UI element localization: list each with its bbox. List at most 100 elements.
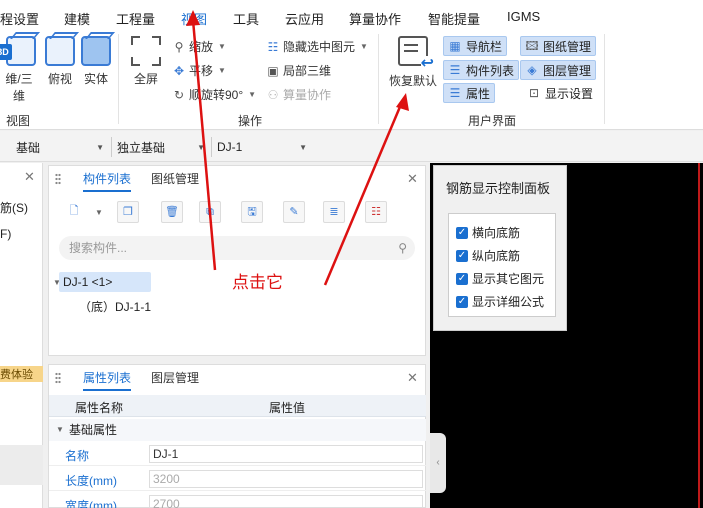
menu-tools[interactable]: 工具 bbox=[233, 9, 259, 28]
property-panel: 属性列表 图层管理 ✕ 属性名称 属性值 ▼ 基础属性 名称 DJ-1 长度(m… bbox=[48, 364, 426, 508]
solid-icon bbox=[81, 36, 111, 66]
component-list-label: 构件列表 bbox=[466, 63, 515, 78]
duplicate-icon[interactable]: ⧉ bbox=[199, 201, 221, 223]
property-value-input[interactable]: DJ-1 bbox=[149, 445, 423, 463]
tree-item-dj1[interactable]: DJ-1 <1> bbox=[59, 272, 151, 292]
hide-selected-label: 隐藏选中图元 bbox=[283, 40, 356, 54]
menu-modeling[interactable]: 建模 bbox=[64, 9, 90, 28]
drawing-mgmt-toggle[interactable]: 🖾 图纸管理 bbox=[520, 36, 597, 56]
restore-default-button[interactable]: 恢复默认 bbox=[388, 36, 438, 89]
collab-button[interactable]: ⚇ 算量协作 bbox=[266, 86, 331, 103]
menu-project-settings[interactable]: 程设置 bbox=[0, 9, 39, 28]
new-component-icon[interactable]: 🗋 bbox=[63, 201, 85, 223]
hide-selected-button[interactable]: ☷ 隐藏选中图元 ▼ bbox=[266, 38, 368, 55]
rotate-button[interactable]: ↻ 顺旋转90° ▼ bbox=[172, 86, 256, 103]
option-label: 显示详细公式 bbox=[472, 295, 545, 309]
menu-quantities[interactable]: 工程量 bbox=[116, 9, 155, 28]
close-icon[interactable]: ✕ bbox=[407, 171, 418, 187]
col-name: 属性名称 bbox=[75, 401, 124, 415]
option-show-other[interactable]: ✓ 显示其它图元 bbox=[456, 270, 544, 287]
copy-icon[interactable]: ❐ bbox=[117, 201, 139, 223]
fullscreen-button[interactable]: 全屏 bbox=[126, 36, 166, 87]
left-panel: ✕ 筋(S) F) 费体验 bbox=[0, 163, 43, 508]
option-longitudinal-bottom[interactable]: ✓ 纵向底筋 bbox=[456, 247, 520, 264]
properties-icon[interactable]: ≣ bbox=[323, 201, 345, 223]
left-panel-item[interactable]: 筋(S) bbox=[0, 199, 28, 216]
category-value: 基础 bbox=[16, 140, 41, 155]
close-icon[interactable]: ✕ bbox=[24, 169, 35, 185]
local-3d-button[interactable]: ▣ 局部三维 bbox=[266, 62, 331, 79]
top-view-button[interactable]: 俯视 bbox=[42, 36, 78, 87]
edit-icon[interactable]: ✎ bbox=[283, 201, 305, 223]
nav-bar-toggle[interactable]: ▦ 导航栏 bbox=[443, 36, 508, 56]
pan-caret-icon: ▼ bbox=[218, 66, 226, 75]
option-label: 显示其它图元 bbox=[472, 272, 545, 286]
search-input[interactable]: 搜索构件... ⚲ bbox=[59, 236, 415, 260]
drawing-icon: 🖾 bbox=[525, 39, 539, 53]
experience-badge[interactable]: 费体验 bbox=[0, 366, 43, 382]
collab-label: 算量协作 bbox=[283, 88, 332, 102]
properties-toggle[interactable]: ☰ 属性 bbox=[443, 83, 496, 103]
3d-icon: 3D bbox=[0, 36, 36, 66]
top-view-label: 俯视 bbox=[47, 72, 72, 86]
2d-3d-label: 维/三维 bbox=[5, 72, 33, 103]
chevron-down-icon: ▼ bbox=[197, 143, 205, 152]
option-show-formula[interactable]: ✓ 显示详细公式 bbox=[456, 293, 544, 310]
option-label: 纵向底筋 bbox=[472, 249, 521, 263]
menu-smart-extract[interactable]: 智能提量 bbox=[428, 9, 480, 28]
layer-mgmt-label: 图层管理 bbox=[543, 63, 592, 78]
group-label: 基础属性 bbox=[69, 423, 118, 437]
layer-icon: ◈ bbox=[527, 63, 537, 77]
menu-view[interactable]: 视图 bbox=[181, 9, 208, 32]
drag-handle-icon[interactable] bbox=[55, 372, 61, 384]
menu-collab[interactable]: 算量协作 bbox=[349, 9, 401, 28]
save-icon[interactable]: 🖫 bbox=[241, 201, 263, 223]
menu-cloud[interactable]: 云应用 bbox=[285, 9, 324, 28]
nav-bar-icon: ▦ bbox=[449, 39, 461, 53]
component-select[interactable]: DJ-1 ▼ bbox=[213, 137, 311, 157]
checkbox-checked-icon[interactable]: ✓ bbox=[456, 295, 468, 308]
property-group[interactable]: ▼ 基础属性 bbox=[49, 419, 426, 441]
checkbox-checked-icon[interactable]: ✓ bbox=[456, 249, 468, 262]
separator bbox=[211, 137, 212, 157]
tab-component-list[interactable]: 构件列表 bbox=[83, 166, 132, 192]
layer-mgmt-toggle[interactable]: ◈ 图层管理 bbox=[520, 60, 597, 80]
search-icon[interactable]: ⚲ bbox=[398, 236, 407, 260]
menu-igms[interactable]: IGMS bbox=[507, 9, 540, 24]
type-value: 独立基础 bbox=[117, 140, 166, 155]
ribbon: 3D 维/三维 俯视 实体 视图 全屏 ⚲ 缩放 ▼ ✥ 平移 ▼ ↻ 顺旋转9… bbox=[0, 30, 703, 130]
rotate-caret-icon: ▼ bbox=[248, 90, 257, 99]
left-panel-item[interactable]: F) bbox=[0, 227, 11, 241]
pan-button[interactable]: ✥ 平移 ▼ bbox=[172, 62, 226, 79]
delete-icon[interactable]: 🗑 bbox=[161, 201, 183, 223]
property-value-input[interactable]: 3200 bbox=[149, 470, 423, 488]
checkbox-checked-icon[interactable]: ✓ bbox=[456, 272, 468, 285]
component-list-toggle[interactable]: ☰ 构件列表 bbox=[443, 60, 520, 80]
list-icon[interactable]: ☷ bbox=[365, 201, 387, 223]
local-3d-label: 局部三维 bbox=[283, 64, 332, 78]
option-transverse-bottom[interactable]: ✓ 横向底筋 bbox=[456, 224, 520, 241]
search-placeholder: 搜索构件... bbox=[69, 241, 128, 255]
checkbox-checked-icon[interactable]: ✓ bbox=[456, 226, 468, 239]
type-select[interactable]: 独立基础 ▼ bbox=[113, 137, 209, 157]
display-settings-button[interactable]: ⊡ 显示设置 bbox=[523, 83, 597, 103]
rotate-label: 顺旋转90° bbox=[189, 88, 244, 102]
separator bbox=[111, 137, 112, 157]
property-header: 属性名称 属性值 bbox=[49, 395, 426, 417]
separator bbox=[378, 34, 379, 124]
2d-3d-button[interactable]: 3D 维/三维 bbox=[0, 36, 38, 104]
tab-property-list[interactable]: 属性列表 bbox=[83, 365, 132, 391]
tab-drawing-mgmt[interactable]: 图纸管理 bbox=[151, 166, 199, 192]
collapse-panel-icon[interactable]: ‹ bbox=[430, 433, 446, 493]
zoom-button[interactable]: ⚲ 缩放 ▼ bbox=[172, 38, 226, 55]
close-icon[interactable]: ✕ bbox=[407, 370, 418, 386]
solid-button[interactable]: 实体 bbox=[78, 36, 114, 87]
tab-layer-mgmt[interactable]: 图层管理 bbox=[151, 365, 199, 391]
menu-bar: 程设置 建模 工程量 视图 工具 云应用 算量协作 智能提量 IGMS bbox=[0, 0, 703, 32]
category-select[interactable]: 基础 ▼ bbox=[12, 137, 108, 157]
rebar-panel-title: 钢筋显示控制面板 bbox=[446, 181, 551, 196]
drag-handle-icon[interactable] bbox=[55, 173, 61, 185]
tree-item-dj1-1[interactable]: （底）DJ-1-1 bbox=[79, 298, 151, 315]
property-value-input[interactable]: 2700 bbox=[149, 495, 423, 508]
chevron-down-icon[interactable]: ▼ bbox=[95, 208, 103, 217]
